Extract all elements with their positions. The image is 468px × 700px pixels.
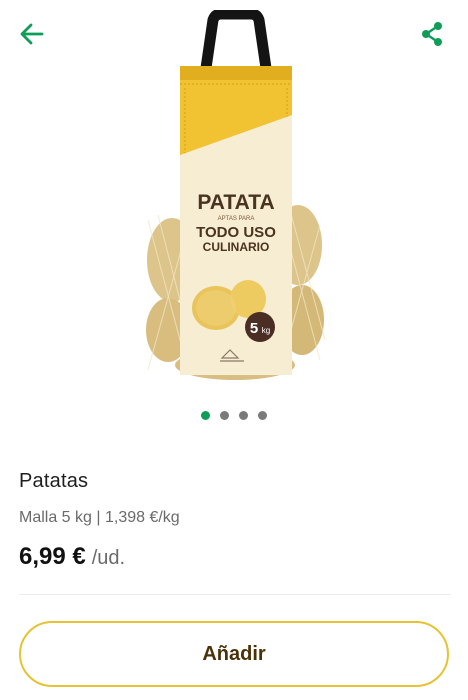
price-row: 6,99 € /ud. — [19, 543, 125, 571]
add-button-label: Añadir — [202, 642, 266, 665]
back-button[interactable] — [14, 16, 50, 52]
product-price: 6,99 € — [19, 543, 86, 570]
carousel-dot-4[interactable] — [258, 411, 267, 420]
bag-subtitle-text: APTAS PARA — [218, 216, 255, 222]
bag-weight-text: 5 — [250, 320, 258, 337]
bag-brand-text: PATATA — [197, 191, 274, 214]
carousel-dot-2[interactable] — [220, 411, 229, 420]
carousel-dot-3[interactable] — [239, 411, 248, 420]
share-button[interactable] — [414, 16, 450, 52]
bag-line2-text: CULINARIO — [203, 240, 270, 254]
product-name: Patatas — [19, 470, 89, 492]
image-carousel-indicator — [0, 411, 468, 420]
share-icon — [422, 22, 442, 46]
divider — [19, 594, 451, 595]
bag-line1-text: TODO USO — [196, 224, 276, 241]
bag-weight-unit-text: kg — [262, 326, 270, 335]
product-description: Malla 5 kg | 1,398 €/kg — [19, 509, 180, 526]
add-to-cart-button[interactable]: Añadir — [19, 621, 449, 687]
arrow-left-icon — [20, 23, 44, 45]
price-unit: /ud. — [91, 547, 126, 569]
top-bar — [0, 0, 468, 70]
carousel-dot-1[interactable] — [201, 411, 210, 420]
